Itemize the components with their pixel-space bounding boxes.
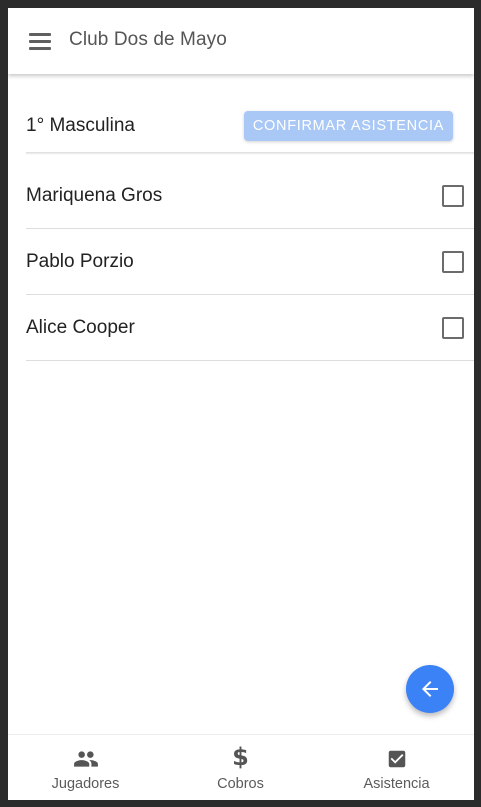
attendance-checkbox[interactable] <box>442 317 464 339</box>
confirm-attendance-button[interactable]: CONFIRMAR ASISTENCIA <box>244 111 453 141</box>
header-divider <box>26 152 474 155</box>
attendance-checkbox[interactable] <box>442 185 464 207</box>
player-name: Pablo Porzio <box>26 251 134 272</box>
list-item: Mariquena Gros <box>26 163 474 229</box>
back-fab[interactable] <box>406 665 454 713</box>
hamburger-menu-icon[interactable] <box>24 26 56 56</box>
device-frame: Club Dos de Mayo 1° Masculina CONFIRMAR … <box>0 0 481 807</box>
bottom-navigation: Jugadores $ Cobros Asistencia <box>8 734 474 800</box>
list-item: Pablo Porzio <box>26 229 474 295</box>
category-label: 1° Masculina <box>26 115 135 136</box>
nav-label: Jugadores <box>51 776 120 792</box>
nav-item-cobros[interactable]: $ Cobros <box>163 735 318 800</box>
nav-item-jugadores[interactable]: Jugadores <box>8 735 163 800</box>
nav-item-asistencia[interactable]: Asistencia <box>319 735 474 800</box>
player-name: Mariquena Gros <box>26 185 163 206</box>
section-header: 1° Masculina CONFIRMAR ASISTENCIA <box>8 94 474 154</box>
attendance-checkbox[interactable] <box>442 251 464 273</box>
list-item: Alice Cooper <box>26 295 474 361</box>
app-bar: Club Dos de Mayo <box>8 8 474 74</box>
player-name: Alice Cooper <box>26 317 135 338</box>
player-list: Mariquena Gros Pablo Porzio Alice Cooper <box>26 163 474 361</box>
nav-label: Asistencia <box>363 776 430 792</box>
checkbox-checked-icon <box>388 750 405 768</box>
dollar-icon: $ <box>232 743 249 771</box>
app-title: Club Dos de Mayo <box>69 29 227 50</box>
arrow-back-icon <box>422 681 438 697</box>
nav-label: Cobros <box>217 776 264 792</box>
people-icon <box>73 751 98 767</box>
app-screen: Club Dos de Mayo 1° Masculina CONFIRMAR … <box>8 8 474 800</box>
